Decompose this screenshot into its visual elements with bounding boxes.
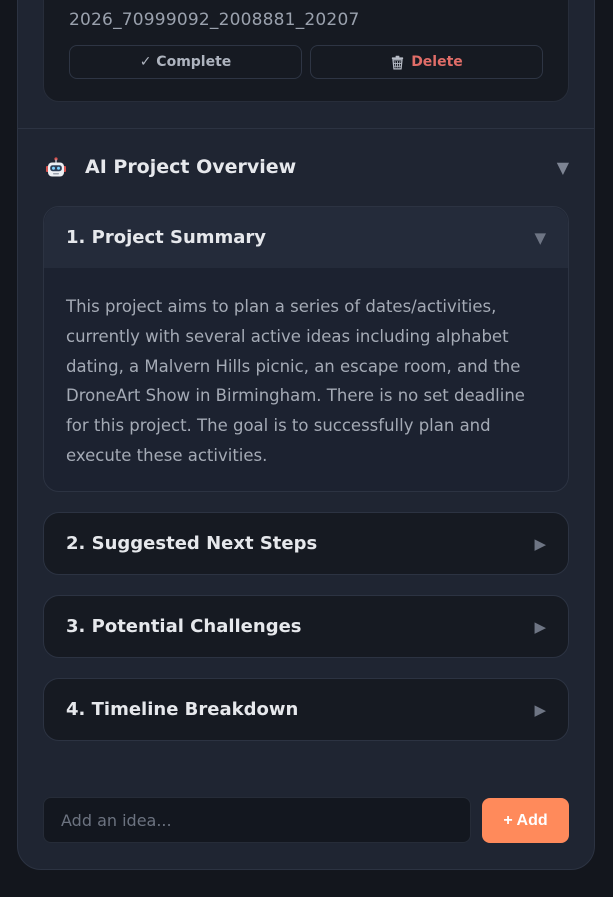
complete-button[interactable]: ✓ Complete bbox=[69, 45, 302, 79]
accordion-timeline-breakdown[interactable]: 4. Timeline Breakdown ▶ bbox=[43, 678, 569, 741]
chevron-right-icon: ▶ bbox=[534, 534, 546, 553]
accordion-title: 2. Suggested Next Steps bbox=[66, 533, 318, 554]
project-summary-text: This project aims to plan a series of da… bbox=[66, 297, 525, 465]
chevron-down-icon: ▼ bbox=[534, 228, 546, 247]
trash-icon bbox=[392, 55, 404, 69]
accordion-project-summary: 1. Project Summary ▼ This project aims t… bbox=[43, 206, 569, 492]
accordion-title: 1. Project Summary bbox=[66, 227, 267, 248]
delete-button-label: Delete bbox=[411, 54, 463, 70]
accordion-potential-challenges[interactable]: 3. Potential Challenges ▶ bbox=[43, 595, 569, 658]
idea-id-text: 2026_70999092_2008881_20207 bbox=[69, 10, 360, 30]
add-idea-input[interactable] bbox=[43, 797, 471, 843]
section-divider bbox=[18, 128, 594, 129]
complete-button-label: ✓ Complete bbox=[139, 54, 232, 70]
accordion-header-timeline[interactable]: 4. Timeline Breakdown ▶ bbox=[44, 679, 568, 740]
ai-overview-title: AI Project Overview bbox=[85, 156, 297, 178]
ai-overview-header[interactable]: AI Project Overview ▼ bbox=[43, 150, 573, 186]
accordion-header-challenges[interactable]: 3. Potential Challenges ▶ bbox=[44, 596, 568, 657]
add-idea-button[interactable]: + Add bbox=[482, 798, 569, 843]
accordion-suggested-next-steps[interactable]: 2. Suggested Next Steps ▶ bbox=[43, 512, 569, 575]
delete-button[interactable]: Delete bbox=[310, 45, 543, 79]
accordion-title: 4. Timeline Breakdown bbox=[66, 699, 299, 720]
accordion-header-project-summary[interactable]: 1. Project Summary ▼ bbox=[44, 207, 568, 268]
chevron-right-icon: ▶ bbox=[534, 700, 546, 719]
chevron-right-icon: ▶ bbox=[534, 617, 546, 636]
accordion-title: 3. Potential Challenges bbox=[66, 616, 302, 637]
accordion-header-next-steps[interactable]: 2. Suggested Next Steps ▶ bbox=[44, 513, 568, 574]
robot-icon bbox=[46, 157, 66, 177]
chevron-down-icon: ▼ bbox=[556, 158, 569, 177]
